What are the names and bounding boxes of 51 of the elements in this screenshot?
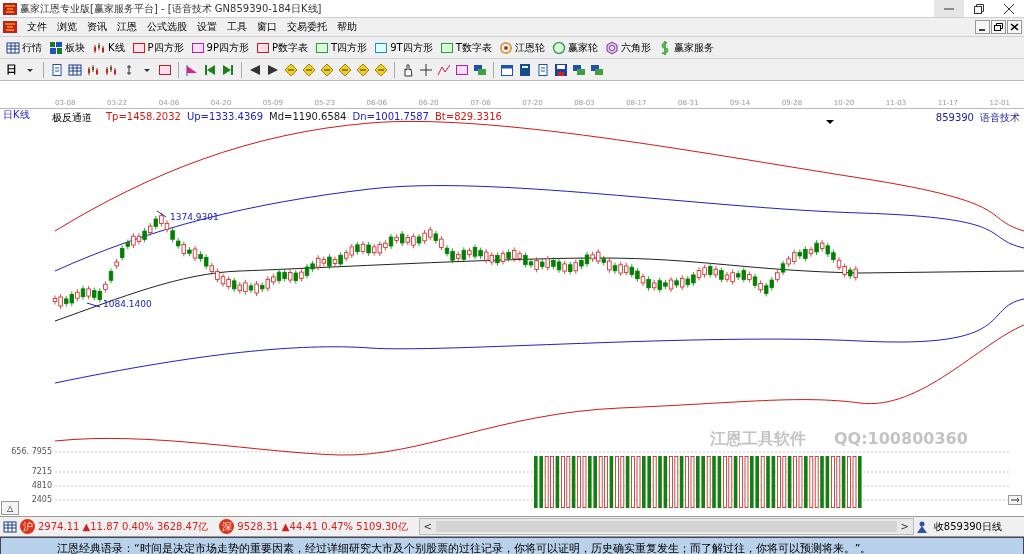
period-button[interactable]: 日 [4,62,19,77]
menu-item[interactable]: 设置 [194,20,220,34]
scrollbar[interactable]: < > [418,518,914,535]
indicator-value: Dn=1001.7587 [352,112,429,122]
stock-code: 859390 [935,113,974,123]
toolbar-button[interactable]: P四方形 [129,40,186,55]
menu-item[interactable]: 公式选股 [144,20,190,34]
quote-ticker: 江恩经典语录：“时间是决定市场走势的重要因素，经过详细研究大市及个别股票的过往记录，你将可以证明，历史确实重复发生；而了解过往，你将可以预测将来。”。 [57,541,872,554]
overlay-text: QQ:100800360 [834,431,968,447]
indicator-value: Up=1333.4369 [186,112,264,122]
toolbar-button[interactable]: 赢家轮 [549,40,600,55]
toolbar-button[interactable]: 9T四方形 [372,40,435,55]
window-title: 赢家江恩专业版[赢家服务平台] - [语音技术 GN859390-184日K线] [20,1,323,16]
toolbar-button[interactable]: 9P四方形 [188,40,251,55]
stock-name: 语音技术 [980,113,1020,123]
index-quote: 9528.31 ▲44.41 0.47% 5109.30亿 [237,519,408,534]
indicator-value: Tp=1458.2032 [106,112,181,122]
menu-item[interactable]: 交易委托 [284,20,330,34]
period-label: 日K线 [3,110,30,120]
scroll-left-button[interactable]: < [419,521,436,532]
menu-item[interactable]: 文件 [24,20,50,34]
axis-label: 2405 [30,496,52,504]
menu-item[interactable]: 江恩 [114,20,140,34]
collapse-button[interactable]: △ [1,501,19,515]
menu-item[interactable]: 窗口 [254,20,280,34]
menu-item[interactable]: 帮助 [334,20,360,34]
indicator-name: 极反通道 [52,113,92,123]
overlay-text: 江恩工具软件 [710,431,806,447]
indicator-value: Bt=829.3316 [435,112,502,122]
toolbar-button[interactable]: 六角形 [602,40,653,55]
axis-label: 7215 [30,468,52,476]
toolbar-button[interactable]: P数字表 [254,40,311,55]
low-price-label: 1084.1400 [103,300,152,309]
market-badge: 深 [219,519,235,534]
axis-label: 4810 [30,482,52,490]
toolbar-button[interactable]: 江恩轮 [496,40,547,55]
scroll-right-button[interactable]: > [896,521,913,532]
index-quote: 2974.11 ▲11.87 0.40% 3628.47亿 [38,519,209,534]
toolbar-button[interactable]: K线 [90,40,127,55]
toolbar-button[interactable]: 赢家服务 [655,40,716,55]
axis-label: 656. 7955 [10,448,52,456]
toolbar-button[interactable]: 板块 [47,40,87,55]
menu-item[interactable]: 资讯 [84,20,110,34]
market-badge: 沪 [20,519,35,534]
indicator-value: Md=1190.6584 [269,112,347,122]
status-text: 收859390日线 [933,519,1002,534]
toolbar-button[interactable]: T四方形 [313,40,370,55]
toolbar-button[interactable]: 行情 [4,40,44,55]
toolbar-button[interactable]: T数字表 [437,40,494,55]
menu-item[interactable]: 浏览 [54,20,80,34]
menu-item[interactable]: 工具 [224,20,250,34]
